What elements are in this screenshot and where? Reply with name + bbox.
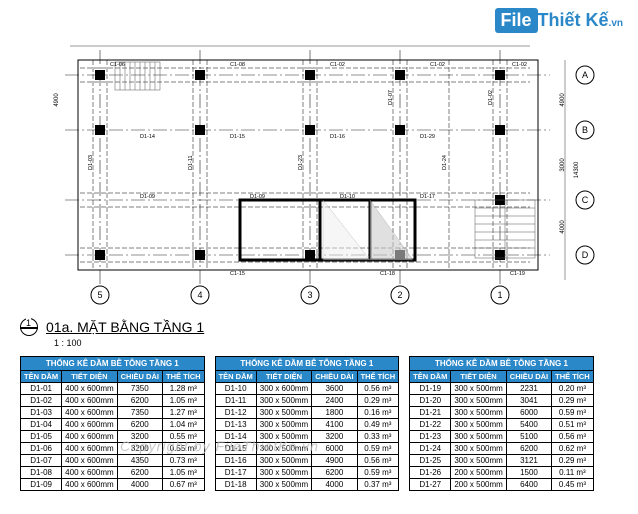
- beam-table-1: THỐNG KÊ DẦM BÊ TÔNG TẦNG 1 TÊN DẦMTIẾT …: [20, 356, 205, 491]
- title-number-circle: 1: [20, 318, 38, 336]
- table-row: D1-26200 x 500mm15000.11 m³: [410, 467, 594, 479]
- table-row: D1-23300 x 500mm51000.56 m³: [410, 431, 594, 443]
- svg-text:4000: 4000: [560, 220, 566, 234]
- svg-text:C1-19: C1-19: [510, 271, 525, 277]
- svg-text:14300: 14300: [574, 161, 580, 178]
- svg-text:D1-24: D1-24: [442, 155, 448, 170]
- beam-table-2: THỐNG KÊ DẦM BÊ TÔNG TẦNG 1 TÊN DẦMTIẾT …: [215, 356, 400, 491]
- title-text: 01a. MẶT BẰNG TẦNG 1: [46, 319, 204, 335]
- svg-text:D1-23: D1-23: [298, 155, 304, 170]
- table-row: D1-10300 x 600mm36000.56 m³: [215, 383, 399, 395]
- svg-text:D1-09: D1-09: [140, 194, 155, 200]
- table-row: D1-20300 x 500mm30410.29 m³: [410, 395, 594, 407]
- svg-text:4: 4: [197, 290, 202, 300]
- table-row: D1-14300 x 500mm32000.33 m³: [215, 431, 399, 443]
- svg-text:5: 5: [97, 290, 102, 300]
- table-row: D1-02400 x 600mm62001.05 m³: [21, 395, 205, 407]
- table-row: D1-15300 x 500mm60000.59 m³: [215, 443, 399, 455]
- svg-text:D1-10: D1-10: [340, 194, 355, 200]
- svg-text:A: A: [582, 70, 588, 80]
- svg-text:C1-08: C1-08: [230, 62, 245, 68]
- svg-text:4900: 4900: [54, 93, 60, 107]
- table-row: D1-01400 x 600mm73501.28 m³: [21, 383, 205, 395]
- svg-text:D: D: [582, 250, 589, 260]
- svg-text:C1-02: C1-02: [512, 62, 527, 68]
- table-row: D1-22300 x 500mm54000.51 m³: [410, 419, 594, 431]
- svg-text:D1-17: D1-17: [420, 194, 435, 200]
- svg-text:4900: 4900: [560, 93, 566, 107]
- svg-text:D1-11: D1-11: [188, 155, 194, 170]
- svg-text:D1-07: D1-07: [388, 90, 394, 105]
- svg-text:3000: 3000: [560, 158, 566, 172]
- table-row: D1-25300 x 500mm31210.29 m³: [410, 455, 594, 467]
- logo-thiet: Thiết: [538, 10, 586, 30]
- table-row: D1-13300 x 500mm41000.49 m³: [215, 419, 399, 431]
- svg-text:C1-06: C1-06: [110, 62, 125, 68]
- table-row: D1-07400 x 600mm43500.73 m³: [21, 455, 205, 467]
- svg-text:3: 3: [307, 290, 312, 300]
- drawing-title: 1 01a. MẶT BẰNG TẦNG 1: [20, 318, 204, 336]
- table-row: D1-18300 x 500mm40000.37 m³: [215, 479, 399, 491]
- table-row: D1-06400 x 600mm32000.55 m³: [21, 443, 205, 455]
- logo-vn: .vn: [609, 18, 623, 29]
- svg-text:D1-03: D1-03: [88, 155, 94, 170]
- table-row: D1-27200 x 500mm64000.45 m³: [410, 479, 594, 491]
- svg-text:C1-18: C1-18: [380, 271, 395, 277]
- table-row: D1-09400 x 600mm40000.67 m³: [21, 479, 205, 491]
- svg-text:D1-02: D1-02: [488, 90, 494, 105]
- svg-text:D1-09: D1-09: [250, 194, 265, 200]
- svg-text:C: C: [582, 195, 589, 205]
- table-row: D1-12300 x 500mm18000.16 m³: [215, 407, 399, 419]
- svg-text:C1-02: C1-02: [430, 62, 445, 68]
- svg-text:C1-02: C1-02: [330, 62, 345, 68]
- beam-schedule-tables: THỐNG KÊ DẦM BÊ TÔNG TẦNG 1 TÊN DẦMTIẾT …: [20, 356, 594, 491]
- svg-text:C1-15: C1-15: [230, 271, 245, 277]
- beam-table-3: THỐNG KÊ DẦM BÊ TÔNG TẦNG 1 TÊN DẦMTIẾT …: [409, 356, 594, 491]
- table-row: D1-03400 x 600mm73501.27 m³: [21, 407, 205, 419]
- table-row: D1-24300 x 500mm62000.62 m³: [410, 443, 594, 455]
- floor-plan: 5 4 3 2 1 A B C D 4900 4900 3000 4000 14…: [30, 30, 620, 310]
- svg-text:D1-29: D1-29: [420, 134, 435, 140]
- svg-text:D1-16: D1-16: [330, 134, 345, 140]
- title-scale: 1 : 100: [54, 338, 82, 348]
- svg-text:D1-14: D1-14: [140, 134, 155, 140]
- logo-ke: Kế: [586, 10, 609, 30]
- table-row: D1-11300 x 500mm24000.29 m³: [215, 395, 399, 407]
- svg-text:B: B: [582, 125, 588, 135]
- svg-text:1: 1: [497, 290, 502, 300]
- table-row: D1-05400 x 600mm32000.55 m³: [21, 431, 205, 443]
- table-row: D1-08400 x 600mm62001.05 m³: [21, 467, 205, 479]
- table-row: D1-17300 x 500mm62000.59 m³: [215, 467, 399, 479]
- table-row: D1-21300 x 500mm60000.59 m³: [410, 407, 594, 419]
- svg-text:D1-15: D1-15: [230, 134, 245, 140]
- svg-text:2: 2: [397, 290, 402, 300]
- table-row: D1-16300 x 500mm49000.56 m³: [215, 455, 399, 467]
- table-row: D1-19300 x 500mm22310.20 m³: [410, 383, 594, 395]
- table-row: D1-04400 x 600mm62001.04 m³: [21, 419, 205, 431]
